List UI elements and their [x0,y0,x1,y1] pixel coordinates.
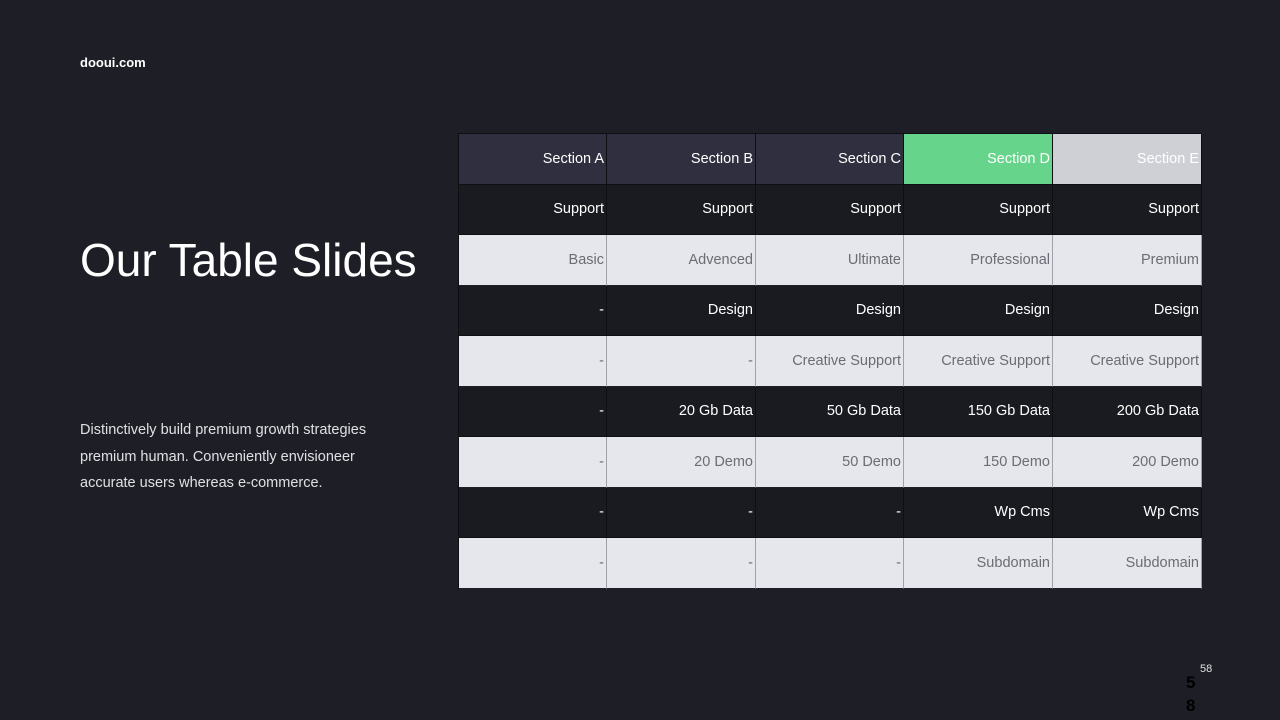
table-cell: Support [756,184,904,235]
table-cell: 200 Demo [1053,437,1202,488]
table-cell: Support [607,184,756,235]
table-cell: Subdomain [904,538,1053,589]
table-cell: Support [1053,184,1202,235]
table-cell: 50 Demo [756,437,904,488]
table-header-cell: Section C [756,134,904,185]
table-cell: Creative Support [756,336,904,387]
table-cell: Design [756,285,904,336]
slide-description: Distinctively build premium growth strat… [80,422,367,491]
pricing-table: Section A Section B Section C Section D … [458,133,1202,589]
table-cell: Subdomain [1053,538,1202,589]
table-cell: - [459,487,607,538]
slide-title: Our Table Slides [80,234,417,286]
table-cell: Creative Support [904,336,1053,387]
table-cell: - [756,538,904,589]
table-cell: - [459,285,607,336]
table-cell: Advenced [607,235,756,286]
table-cell: 20 Demo [607,437,756,488]
table-cell: Support [459,184,607,235]
table-cell: 20 Gb Data [607,386,756,437]
table-cell: Basic [459,235,607,286]
table-cell: Design [1053,285,1202,336]
table-cell: Creative Support [1053,336,1202,387]
table-header-cell: Section B [607,134,756,185]
table-cell: 200 Gb Data [1053,386,1202,437]
table-cell: Premium [1053,235,1202,286]
table-cell: - [607,487,756,538]
table-cell: Wp Cms [904,487,1053,538]
table-cell: Design [904,285,1053,336]
table-cell: - [459,437,607,488]
table-cell: - [756,487,904,538]
table-header-cell-highlighted: Section D [904,134,1053,185]
table-cell: Design [607,285,756,336]
brand-logo-text: dooui.com [80,55,146,70]
page-number: 58 [1186,673,1196,715]
table-cell: Support [904,184,1053,235]
table-cell: - [607,336,756,387]
table-cell: 50 Gb Data [756,386,904,437]
page-number-small: 58 [1200,663,1213,675]
table-header-cell: Section A [459,134,607,185]
table-cell: Professional [904,235,1053,286]
table-cell: 150 Gb Data [904,386,1053,437]
table-cell: Ultimate [756,235,904,286]
table-cell: - [459,336,607,387]
table-cell: - [459,538,607,589]
table-header-cell: Section E [1053,134,1202,185]
table-cell: 150 Demo [904,437,1053,488]
table-cell: - [607,538,756,589]
table-cell: - [459,386,607,437]
table-cell: Wp Cms [1053,487,1202,538]
